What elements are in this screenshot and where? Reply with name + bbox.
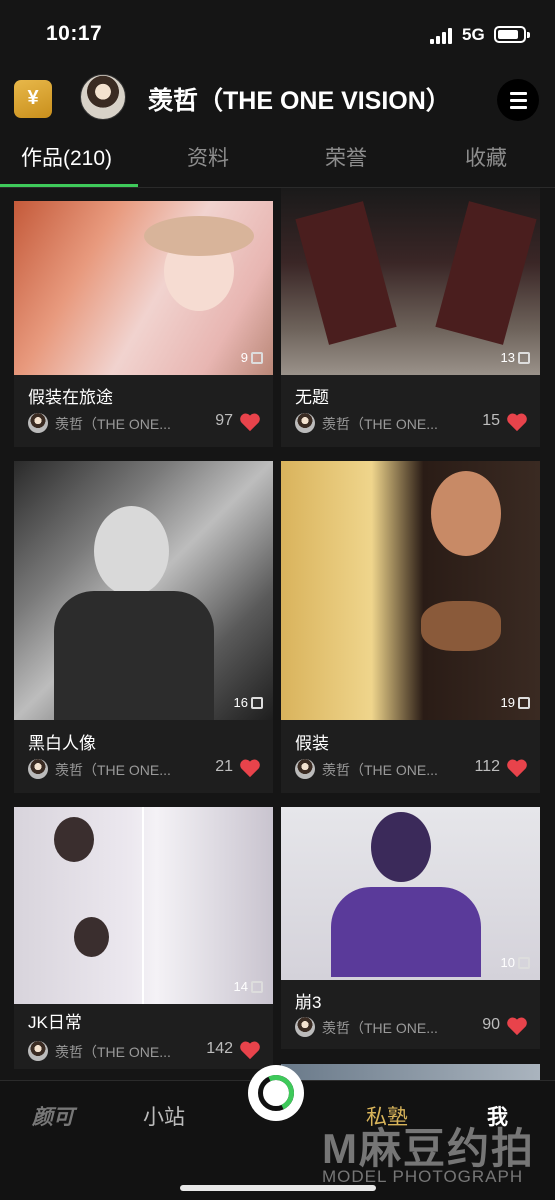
post-card[interactable]: 9 假装在旅途 羡哲（THE ONE... 97 <box>14 201 273 447</box>
tab-favorites[interactable]: 收藏 <box>465 142 507 172</box>
author-avatar <box>28 1041 48 1061</box>
like-count: 112 <box>474 758 500 775</box>
watermark-subtitle: MODEL PHOTOGRAPH <box>322 1167 524 1186</box>
author-name: 羡哲（THE ONE... <box>322 762 438 778</box>
author-avatar <box>28 759 48 779</box>
post-card[interactable]: 14 JK日常 羡哲（THE ONE... 142 <box>14 807 273 1069</box>
avatar[interactable] <box>80 74 126 120</box>
post-card[interactable] <box>281 1064 540 1080</box>
nav-item-discover[interactable]: 颜可 <box>32 1101 74 1131</box>
heart-icon[interactable] <box>506 1016 528 1036</box>
heart-icon[interactable] <box>239 758 261 778</box>
works-grid: 9 假装在旅途 羡哲（THE ONE... 97 13 无题 羡哲（THE ON… <box>0 188 555 1080</box>
post-title: 崩3 <box>295 993 322 1012</box>
author-avatar <box>28 413 48 433</box>
like-count: 21 <box>215 758 233 775</box>
profile-tabs: 作品(210) 资料 荣誉 收藏 <box>0 130 555 188</box>
photo-count: 9 <box>241 350 263 365</box>
photo-count: 16 <box>234 695 263 710</box>
tab-honors[interactable]: 荣誉 <box>325 142 367 172</box>
tab-profile[interactable]: 资料 <box>187 142 229 172</box>
photo-count: 13 <box>501 350 530 365</box>
tab-works[interactable]: 作品(210) <box>21 142 112 172</box>
heart-icon[interactable] <box>239 1040 261 1060</box>
like-count: 90 <box>482 1016 500 1033</box>
author-avatar <box>295 1017 315 1037</box>
heart-icon[interactable] <box>506 412 528 432</box>
post-card[interactable]: 19 假装 羡哲（THE ONE... 112 <box>281 461 540 793</box>
network-label: 5G <box>462 25 485 44</box>
like-count: 15 <box>482 412 500 429</box>
post-title: 无题 <box>295 388 329 407</box>
like-count: 97 <box>215 412 233 429</box>
post-photo[interactable]: 10 <box>281 807 540 980</box>
author-avatar <box>295 759 315 779</box>
bottom-nav: 颜可 小站 私塾 我 M麻豆约拍 MODEL PHOTOGRAPH <box>0 1065 555 1200</box>
status-time: 10:17 <box>46 22 103 45</box>
yuan-wallet-icon[interactable]: ¥ <box>14 76 52 118</box>
like-count: 142 <box>206 1040 233 1057</box>
author-name: 羡哲（THE ONE... <box>55 416 171 432</box>
post-photo[interactable]: 14 <box>14 807 273 1004</box>
author-name: 羡哲（THE ONE... <box>55 1044 171 1060</box>
post-photo[interactable]: 9 <box>14 201 273 375</box>
post-title: JK日常 <box>28 1013 82 1032</box>
page-title: 羡哲（THE ONE VISION） <box>148 87 451 115</box>
post-card[interactable]: 13 无题 羡哲（THE ONE... 15 <box>281 188 540 447</box>
post-card[interactable]: 10 崩3 羡哲（THE ONE... 90 <box>281 807 540 1049</box>
author-name: 羡哲（THE ONE... <box>322 416 438 432</box>
hamburger-menu-icon[interactable] <box>497 79 539 121</box>
post-title: 假装 <box>295 734 329 753</box>
post-title: 假装在旅途 <box>28 388 113 407</box>
post-photo[interactable]: 19 <box>281 461 540 720</box>
author-avatar <box>295 413 315 433</box>
wallet-glyph: ¥ <box>27 87 39 109</box>
camera-record-icon[interactable] <box>248 1065 304 1121</box>
post-photo[interactable]: 16 <box>14 461 273 720</box>
heart-icon[interactable] <box>239 412 261 432</box>
status-bar: 10:17 5G <box>0 0 555 70</box>
battery-icon <box>494 26 530 43</box>
tab-underline <box>0 184 138 187</box>
post-photo[interactable]: 13 <box>281 188 540 375</box>
heart-icon[interactable] <box>506 758 528 778</box>
signal-icon <box>430 28 456 44</box>
post-card[interactable]: 16 黑白人像 羡哲（THE ONE... 21 <box>14 461 273 793</box>
post-title: 黑白人像 <box>28 734 96 753</box>
profile-header: ¥ 羡哲（THE ONE VISION） <box>0 70 555 130</box>
nav-item-station[interactable]: 小站 <box>143 1101 185 1131</box>
home-indicator[interactable] <box>180 1185 376 1191</box>
photo-count: 10 <box>501 955 530 970</box>
author-name: 羡哲（THE ONE... <box>55 762 171 778</box>
photo-count: 14 <box>234 979 263 994</box>
author-name: 羡哲（THE ONE... <box>322 1020 438 1036</box>
photo-count: 19 <box>501 695 530 710</box>
